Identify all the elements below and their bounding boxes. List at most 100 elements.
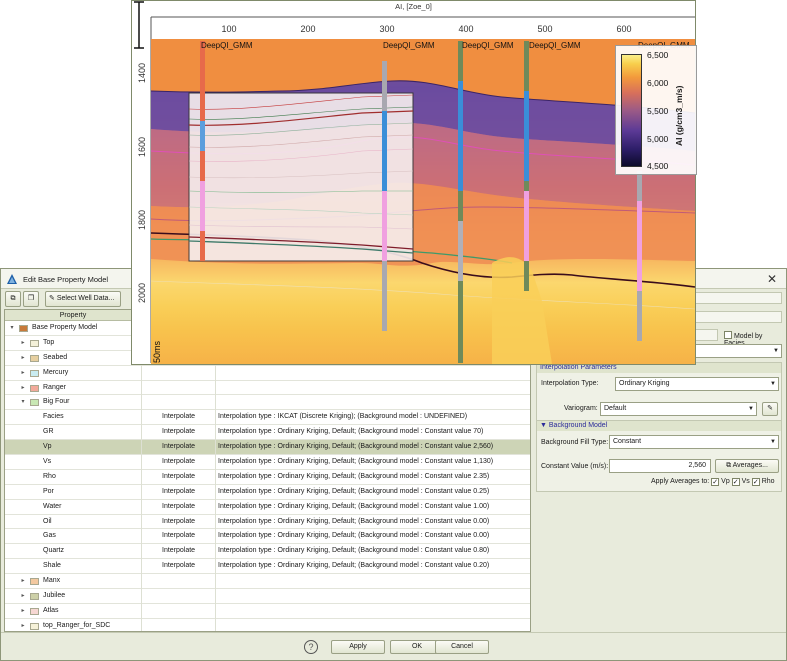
property-cell: ▸ Jubilee (5, 589, 142, 604)
table-row[interactable]: ▾ Big Four (5, 395, 530, 411)
property-cell: ▸ top_Ranger_for_SDC (5, 618, 142, 631)
help-icon[interactable]: ? (304, 640, 318, 654)
grid-body: ▾ Base Property Model ▸ Top ▸ Seabed ▸ Mercury ▸… (5, 321, 530, 631)
property-cell: ▸ Mercury (5, 365, 142, 381)
property-label: Por (43, 487, 54, 495)
expand-arrow-icon[interactable]: ▾ (19, 395, 27, 409)
table-row[interactable]: Por Interpolate Interpolation type : Ordin… (5, 484, 530, 500)
property-label: Shale (43, 562, 61, 570)
layer-color-swatch (30, 593, 39, 601)
table-row[interactable]: ▸ Jubilee (5, 589, 530, 604)
well-log (637, 201, 642, 291)
property-label: Mercury (43, 368, 69, 376)
background-fill-type-value: Constant (613, 438, 642, 445)
well-log (200, 181, 205, 231)
cancel-button[interactable]: Cancel (435, 640, 489, 654)
select-well-data-button[interactable]: ✎ Select Well Data... (45, 291, 121, 307)
method-cell: Interpolate (142, 425, 216, 441)
table-row[interactable]: Oil Interpolate Interpolation type : Ordin… (5, 514, 530, 530)
method-cell: Interpolate (142, 499, 216, 515)
details-cell: Interpolation type : Ordinary Kriging, D… (218, 562, 490, 570)
trace-tick-label: 100 (221, 24, 236, 34)
interpolation-type-dropdown[interactable]: Ordinary Kriging ▼ (615, 377, 779, 391)
background-fill-type-dropdown[interactable]: Constant ▼ (609, 435, 779, 449)
layer-color-swatch (30, 578, 39, 586)
property-cell: Por (5, 484, 142, 500)
copy-icon[interactable]: ⧉ (5, 291, 21, 307)
property-label: Ranger (43, 383, 66, 391)
interpolation-type-label: Interpolation Type: (541, 380, 599, 387)
apply-vs-checkbox[interactable]: ✓ (731, 478, 740, 486)
constant-value-label: Constant Value (m/s): (541, 463, 609, 470)
trace-tick-label: 300 (379, 24, 394, 34)
apply-button[interactable]: Apply (331, 640, 385, 654)
collapsed-arrow-icon[interactable]: ▸ (19, 336, 27, 350)
trace-tick-label: 500 (537, 24, 552, 34)
chevron-down-icon: ▼ (770, 439, 776, 445)
section-canvas[interactable]: 100 200 300 400 500 600 1400 1600 1800 2… (132, 1, 697, 366)
layer-color-swatch (19, 325, 28, 332)
time-axis-ticks: 1400 1600 1800 2000 (137, 63, 147, 303)
method-cell (142, 574, 216, 590)
table-row[interactable]: ▸ Ranger (5, 380, 530, 396)
table-row[interactable]: ▸ top_Ranger_for_SDC (5, 618, 530, 631)
apply-rho-label: Rho (761, 478, 775, 485)
paste-icon[interactable]: ❐ (23, 291, 39, 307)
well-label: DeepQI_GMM (201, 41, 253, 50)
expand-arrow-icon[interactable]: ▾ (8, 321, 16, 335)
table-row[interactable]: Vs Interpolate Interpolation type : Ordina… (5, 455, 530, 470)
close-icon[interactable]: ✕ (764, 271, 780, 287)
apply-vp-label: Vp (721, 478, 730, 485)
constant-value-input[interactable]: 2,560 (609, 459, 711, 473)
property-label: Manx (43, 577, 61, 585)
collapsed-arrow-icon[interactable]: ▸ (19, 351, 27, 365)
table-row[interactable]: GR Interpolate Interpolation type : Ordina… (5, 425, 530, 441)
well-log (524, 91, 529, 181)
details-cell: Interpolation type : Ordinary Kriging, D… (218, 487, 490, 495)
details-cell (216, 395, 530, 410)
table-row[interactable]: Water Interpolate Interpolation type : Ord… (5, 499, 530, 515)
interpolated-region (188, 92, 414, 262)
collapsed-arrow-icon[interactable]: ▸ (19, 604, 27, 618)
variogram-dropdown[interactable]: Default ▼ (600, 402, 757, 416)
colorbar-tick: 4,500 (647, 161, 669, 171)
property-label: Atlas (43, 606, 59, 614)
table-row[interactable]: ▸ Mercury (5, 365, 530, 381)
collapsed-arrow-icon[interactable]: ▸ (19, 619, 27, 631)
collapsed-arrow-icon[interactable]: ▸ (19, 574, 27, 588)
edit-variogram-button[interactable]: ✎ (762, 402, 778, 416)
table-row[interactable]: Vp Interpolate Interpolation type : Ordina… (5, 440, 530, 456)
header-property[interactable]: Property (5, 310, 142, 321)
table-row[interactable]: Facies Interpolate Interpolation type : IK… (5, 410, 530, 426)
table-row[interactable]: Rho Interpolate Interpolation type : Ordin… (5, 469, 530, 485)
method-cell: Interpolate (142, 544, 216, 560)
apply-averages-label: Apply Averages to: (651, 478, 710, 485)
table-row[interactable]: Quartz Interpolate Interpolation type : Or… (5, 544, 530, 560)
layer-color-swatch (30, 399, 39, 407)
table-row[interactable]: Shale Interpolate Interpolation type : Ord… (5, 559, 530, 575)
colorbar-tick: 5,000 (647, 134, 669, 144)
details-cell: Interpolation type : Ordinary Kriging, D… (218, 517, 490, 525)
collapsed-arrow-icon[interactable]: ▸ (19, 366, 27, 380)
apply-vp-checkbox[interactable]: ✓ (711, 478, 720, 486)
collapsed-arrow-icon[interactable]: ▸ (19, 381, 27, 395)
dialog-title: Edit Base Property Model (23, 275, 109, 284)
table-row[interactable]: Gas Interpolate Interpolation type : Ordin… (5, 529, 530, 545)
apply-rho-checkbox[interactable]: ✓ (751, 478, 760, 486)
property-cell: Water (5, 499, 142, 515)
details-cell: Interpolation type : IKCAT (Discrete Kri… (218, 413, 468, 421)
property-cell: ▾ Big Four (5, 395, 142, 411)
averages-button[interactable]: ⧉ Averages... (715, 459, 779, 473)
method-cell: Interpolate (142, 529, 216, 545)
details-cell: Interpolation type : Ordinary Kriging, D… (218, 443, 494, 451)
property-label: Jubilee (43, 592, 66, 600)
table-row[interactable]: ▸ Manx (5, 574, 530, 590)
details-cell (216, 381, 530, 396)
chevron-down-icon: ▼ (773, 348, 779, 354)
background-fill-type-label: Background Fill Type: (541, 439, 609, 446)
background-model-group-header[interactable]: ▼ Background Model (537, 421, 781, 431)
property-cell: ▸ Ranger (5, 380, 142, 396)
apply-vs-label: Vs (741, 478, 750, 485)
table-row[interactable]: ▸ Atlas (5, 603, 530, 619)
collapsed-arrow-icon[interactable]: ▸ (19, 589, 27, 603)
